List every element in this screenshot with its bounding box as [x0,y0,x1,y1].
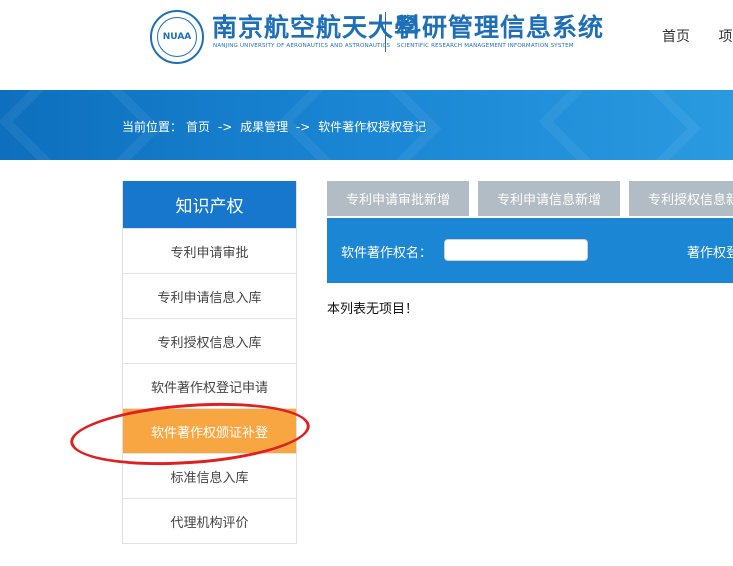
sidebar-item-standard-info[interactable]: 标准信息入库 [123,453,296,498]
system-name-en: SCIENTIFIC RESEARCH MANAGEMENT INFORMATI… [397,43,574,49]
sidebar-item-patent-application-info[interactable]: 专利申请信息入库 [123,273,296,318]
breadcrumb-prefix: 当前位置： [122,120,183,134]
empty-list-message: 本列表无项目！ [327,302,419,317]
banner-decoration [538,90,702,160]
search-panel: 软件著作权名： 著作权登 [327,218,733,283]
breadcrumb-current: 软件著作权授权登记 [318,120,427,134]
breadcrumb-separator: -> [217,120,233,134]
tab-patent-application-approval-new[interactable]: 专利申请审批新增 [327,181,469,216]
header: NUAA 南京航空航天大學 NANJING UNIVERSITY OF AERO… [0,0,733,90]
breadcrumb-separator: -> [295,120,311,134]
sidebar-item-software-copyright-certificate[interactable]: 软件著作权颁证补登 [123,408,296,453]
seal-text: NUAA [162,32,192,42]
sidebar-item-software-copyright-registration[interactable]: 软件著作权登记申请 [123,363,296,408]
nav-project[interactable]: 项 [718,29,732,45]
sidebar: 知识产权 专利申请审批 专利申请信息入库 专利授权信息入库 软件著作权登记申请 … [122,181,297,544]
university-name: 南京航空航天大學 [212,13,421,42]
tab-bar: 专利申请审批新增 专利申请信息新增 专利授权信息新增 [327,181,733,216]
sidebar-title: 知识产权 [123,181,296,228]
sidebar-item-agency-evaluation[interactable]: 代理机构评价 [123,498,296,543]
breadcrumb-home[interactable]: 首页 [186,120,210,134]
nav-home[interactable]: 首页 [662,29,690,45]
breadcrumb: 当前位置： 首页 -> 成果管理 -> 软件著作权授权登记 [122,118,430,135]
tab-patent-application-info-new[interactable]: 专利申请信息新增 [478,181,620,216]
system-name: 科研管理信息系统 [396,13,605,42]
software-copyright-name-input[interactable] [444,239,588,261]
breadcrumb-achievements[interactable]: 成果管理 [240,120,288,134]
software-copyright-name-label: 软件著作权名： [341,246,433,261]
sidebar-item-patent-grant-info[interactable]: 专利授权信息入库 [123,318,296,363]
university-seal-logo: NUAA [150,10,204,64]
top-nav: 首页 项 [662,26,733,46]
university-name-en: NANJING UNIVERSITY OF AERONAUTICS AND AS… [213,43,391,49]
copyright-registration-label: 著作权登 [687,246,733,261]
sidebar-item-patent-application-approval[interactable]: 专利申请审批 [123,228,296,273]
header-divider [385,12,386,52]
tab-patent-grant-info-new[interactable]: 专利授权信息新增 [629,181,733,216]
